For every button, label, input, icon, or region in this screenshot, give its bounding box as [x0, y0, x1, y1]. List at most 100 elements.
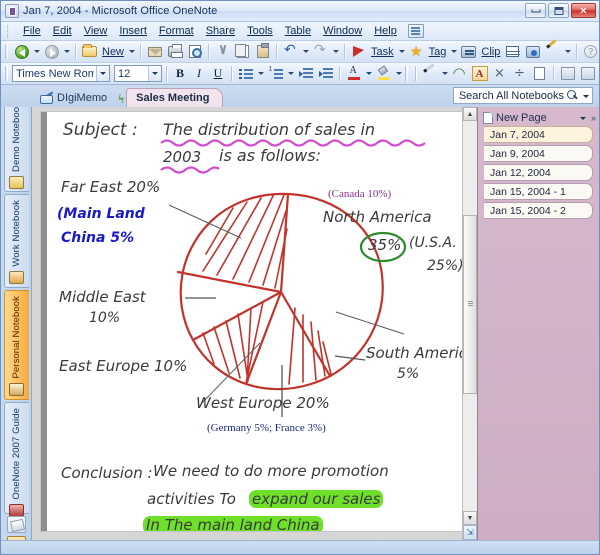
maximize-button[interactable]: [548, 3, 569, 18]
highlight-dropdown[interactable]: [394, 64, 403, 83]
task-dropdown[interactable]: [397, 42, 406, 61]
menu-item-file[interactable]: File: [17, 23, 47, 39]
pen-mode-button[interactable]: [420, 64, 439, 83]
menu-item-share[interactable]: Share: [200, 23, 241, 39]
unfiled-notes-icon[interactable]: [6, 516, 26, 533]
copy-button[interactable]: [233, 42, 252, 61]
pen-dropdown[interactable]: [563, 42, 572, 61]
toolbar-overflow[interactable]: [405, 66, 408, 81]
scroll-down-button[interactable]: ▼: [463, 511, 477, 525]
scrollbar-thumb[interactable]: [463, 214, 477, 394]
all-notebooks-icon[interactable]: [6, 536, 26, 540]
back-dropdown[interactable]: [32, 42, 41, 61]
search-dropdown-caret-icon[interactable]: [581, 89, 589, 103]
tag-button-label[interactable]: Tag: [427, 46, 449, 58]
email-button[interactable]: [145, 42, 164, 61]
new-dropdown[interactable]: [127, 42, 136, 61]
new-page-row[interactable]: New Page »: [478, 107, 599, 126]
task-button[interactable]: [349, 42, 368, 61]
page-grow-button[interactable]: [463, 525, 477, 540]
tag-dropdown[interactable]: [449, 42, 458, 61]
page-tab-jan-15-2[interactable]: Jan 15, 2004 - 2: [484, 202, 593, 219]
audio-recording-button[interactable]: [523, 42, 542, 61]
vertical-scrollbar[interactable]: ▲ ▼: [462, 107, 477, 540]
new-button[interactable]: [80, 42, 99, 61]
undo-dropdown[interactable]: [301, 42, 310, 61]
pen-mode-dropdown[interactable]: [440, 64, 449, 83]
new-page-caret-icon[interactable]: [578, 111, 588, 125]
numbering-dropdown[interactable]: [286, 64, 295, 83]
page-tab-jan-9[interactable]: Jan 9, 2004: [484, 145, 593, 162]
cut-button[interactable]: [213, 42, 232, 61]
new-button-label[interactable]: New: [100, 46, 126, 58]
paste-button[interactable]: [253, 42, 272, 61]
menu-item-edit[interactable]: Edit: [47, 23, 78, 39]
font-size-combo[interactable]: 12: [114, 65, 162, 82]
pen-button[interactable]: [543, 42, 562, 61]
chevron-down-icon[interactable]: [148, 66, 161, 81]
note-page-canvas[interactable]: Subject : The distribution of sales in 2…: [40, 111, 477, 532]
italic-button[interactable]: I: [190, 65, 208, 83]
redo-dropdown[interactable]: [331, 42, 340, 61]
section-tab-sales-meeting[interactable]: Sales Meeting: [126, 88, 224, 107]
delete-button[interactable]: ×: [490, 64, 509, 83]
tag-button[interactable]: ★: [407, 42, 426, 61]
underline-button[interactable]: U: [209, 65, 227, 83]
ink-tool-2-button[interactable]: [578, 64, 597, 83]
print-preview-button[interactable]: [185, 42, 204, 61]
menu-item-view[interactable]: View: [78, 23, 114, 39]
decrease-indent-button[interactable]: [296, 64, 315, 83]
section-tab-digimemo[interactable]: DIgiMemo: [33, 89, 116, 107]
ink-tool-1-button[interactable]: [558, 64, 577, 83]
bullets-button[interactable]: [236, 64, 255, 83]
close-button[interactable]: ×: [571, 3, 596, 18]
redo-button[interactable]: [311, 42, 330, 61]
scrollbar-track[interactable]: [463, 121, 477, 511]
undo-button[interactable]: [281, 42, 300, 61]
search-all-notebooks[interactable]: Search All Notebooks: [452, 87, 593, 104]
divide-button[interactable]: ÷: [510, 64, 529, 83]
font-color-button[interactable]: A: [344, 64, 363, 83]
menu-item-table[interactable]: Table: [279, 23, 317, 39]
ink-to-text-button[interactable]: [470, 64, 489, 83]
insert-table-button[interactable]: [503, 42, 522, 61]
forward-button[interactable]: [42, 42, 61, 61]
menu-item-window[interactable]: Window: [317, 23, 368, 39]
increase-indent-button[interactable]: [316, 64, 335, 83]
lasso-select-button[interactable]: [450, 64, 469, 83]
clip-button[interactable]: [459, 42, 478, 61]
scroll-up-button[interactable]: ▲: [463, 107, 477, 121]
page-button[interactable]: [530, 64, 549, 83]
forward-dropdown[interactable]: [62, 42, 71, 61]
clip-button-label[interactable]: Clip: [479, 46, 502, 58]
menu-item-help[interactable]: Help: [368, 23, 403, 39]
help-button[interactable]: ?: [581, 42, 600, 61]
note-conclusion-line-2a: activities To: [147, 490, 236, 508]
side-note-icon[interactable]: [407, 24, 424, 38]
menu-item-insert[interactable]: Insert: [113, 23, 153, 39]
back-button[interactable]: [12, 42, 31, 61]
highlight-button[interactable]: [374, 64, 393, 83]
sidebar-item-onenote-guide[interactable]: OneNote 2007 Guide: [3, 402, 29, 517]
toolbar-grip[interactable]: [5, 66, 8, 81]
minimize-button[interactable]: [525, 3, 546, 18]
task-button-label[interactable]: Task: [369, 46, 396, 58]
page-tabs-expand-icon[interactable]: »: [591, 113, 596, 123]
bullets-dropdown[interactable]: [256, 64, 265, 83]
page-tab-jan-12[interactable]: Jan 12, 2004: [484, 164, 593, 181]
sidebar-item-work-notebook[interactable]: Work Notebook: [3, 194, 29, 288]
print-button[interactable]: [165, 42, 184, 61]
menu-item-format[interactable]: Format: [153, 23, 200, 39]
page-tab-jan-15-1[interactable]: Jan 15, 2004 - 1: [484, 183, 593, 200]
bold-button[interactable]: B: [171, 65, 189, 83]
sidebar-item-demo-notebook[interactable]: Demo Notebook: [3, 107, 29, 192]
chevron-down-icon[interactable]: [96, 66, 109, 81]
search-icon[interactable]: [567, 90, 578, 101]
page-tab-jan-7[interactable]: Jan 7, 2004: [484, 126, 593, 143]
sidebar-item-personal-notebook[interactable]: Personal Notebook: [3, 290, 29, 400]
menu-item-tools[interactable]: Tools: [241, 23, 279, 39]
toolbar-grip[interactable]: [5, 44, 8, 59]
font-color-dropdown[interactable]: [364, 64, 373, 83]
font-name-combo[interactable]: Times New Roman: [12, 65, 110, 82]
numbering-button[interactable]: [266, 64, 285, 83]
